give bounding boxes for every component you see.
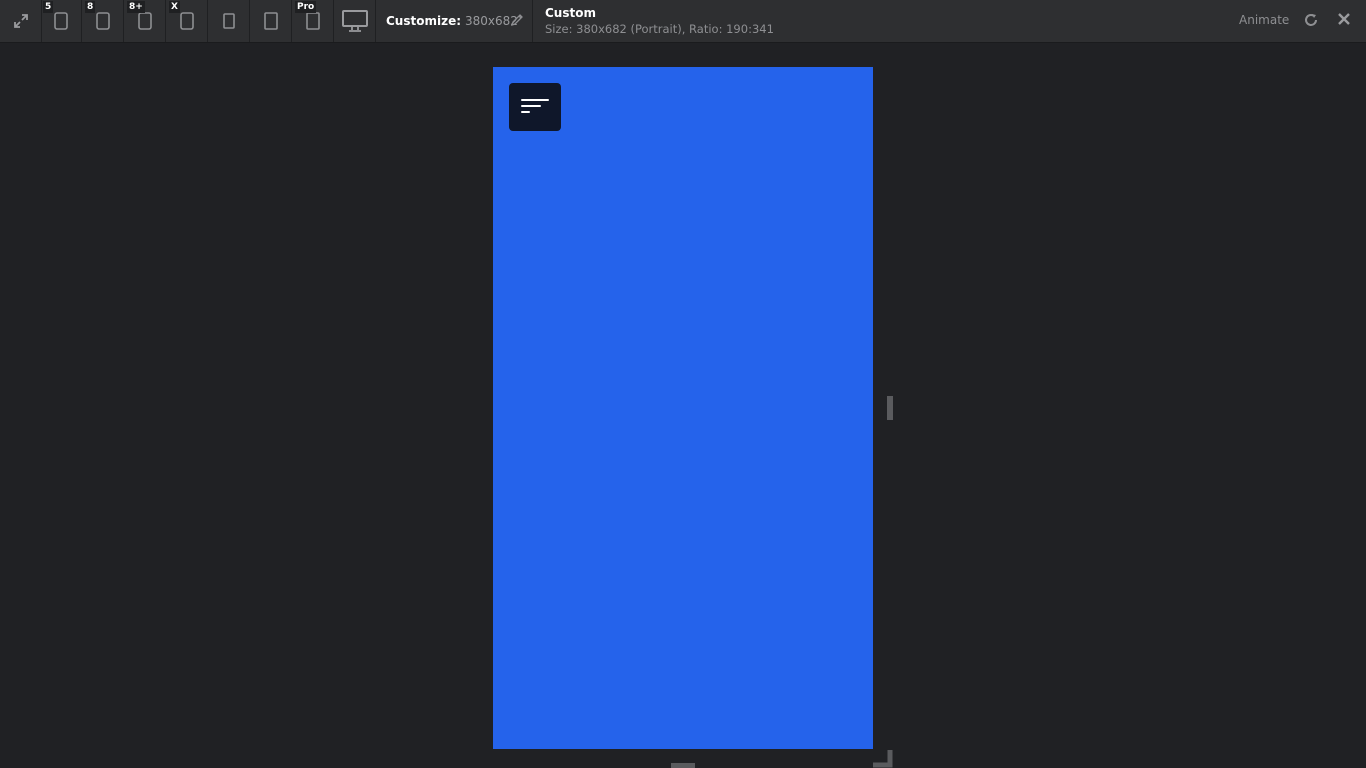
- device-badge: X: [169, 1, 180, 13]
- resize-handle-right[interactable]: [887, 396, 893, 420]
- device-viewport: [493, 67, 873, 749]
- device-info: Custom Size: 380x682 (Portrait), Ratio: …: [545, 6, 774, 37]
- customize-size-control[interactable]: Customize: 380x682: [376, 0, 533, 42]
- phone-icon: [179, 12, 194, 30]
- phone-icon: [95, 12, 110, 30]
- close-icon[interactable]: [1337, 12, 1351, 26]
- device-button-iphone-5[interactable]: 5: [40, 0, 82, 42]
- phone-icon: [137, 12, 152, 30]
- menu-button[interactable]: [509, 83, 561, 131]
- desktop-icon: [341, 10, 368, 32]
- resize-handle-corner[interactable]: [873, 750, 893, 768]
- rotate-icon[interactable]: [1303, 12, 1319, 28]
- device-size-ratio: Size: 380x682 (Portrait), Ratio: 190:341: [545, 22, 774, 36]
- fullscreen-icon: [13, 14, 28, 28]
- device-button-tablet[interactable]: [250, 0, 292, 42]
- resize-handle-bottom[interactable]: [671, 763, 695, 768]
- device-badge: Pro: [295, 1, 317, 13]
- device-button-iphone-8[interactable]: 8: [82, 0, 124, 42]
- device-badge: 8: [85, 1, 96, 13]
- device-button-desktop[interactable]: [334, 0, 376, 42]
- pencil-icon[interactable]: [510, 13, 524, 27]
- tablet-icon: [263, 12, 278, 30]
- animate-toggle[interactable]: Animate: [1239, 13, 1289, 27]
- tablet-icon: [305, 12, 320, 30]
- device-button-tablet-small[interactable]: [208, 0, 250, 42]
- device-button-tablet-pro[interactable]: Pro: [292, 0, 334, 42]
- device-badge: 5: [43, 1, 54, 13]
- fullscreen-button[interactable]: [0, 0, 42, 42]
- responsive-toolbar: 5 8 8+ X Pro Customize: 380x682 Custom S…: [0, 0, 1366, 43]
- customize-label: Customize:: [386, 14, 462, 28]
- device-button-iphone-8-plus[interactable]: 8+: [124, 0, 166, 42]
- phone-icon: [53, 12, 68, 30]
- tablet-icon: [222, 13, 235, 29]
- device-badge: 8+: [127, 1, 145, 13]
- device-button-iphone-x[interactable]: X: [166, 0, 208, 42]
- device-name: Custom: [545, 6, 596, 20]
